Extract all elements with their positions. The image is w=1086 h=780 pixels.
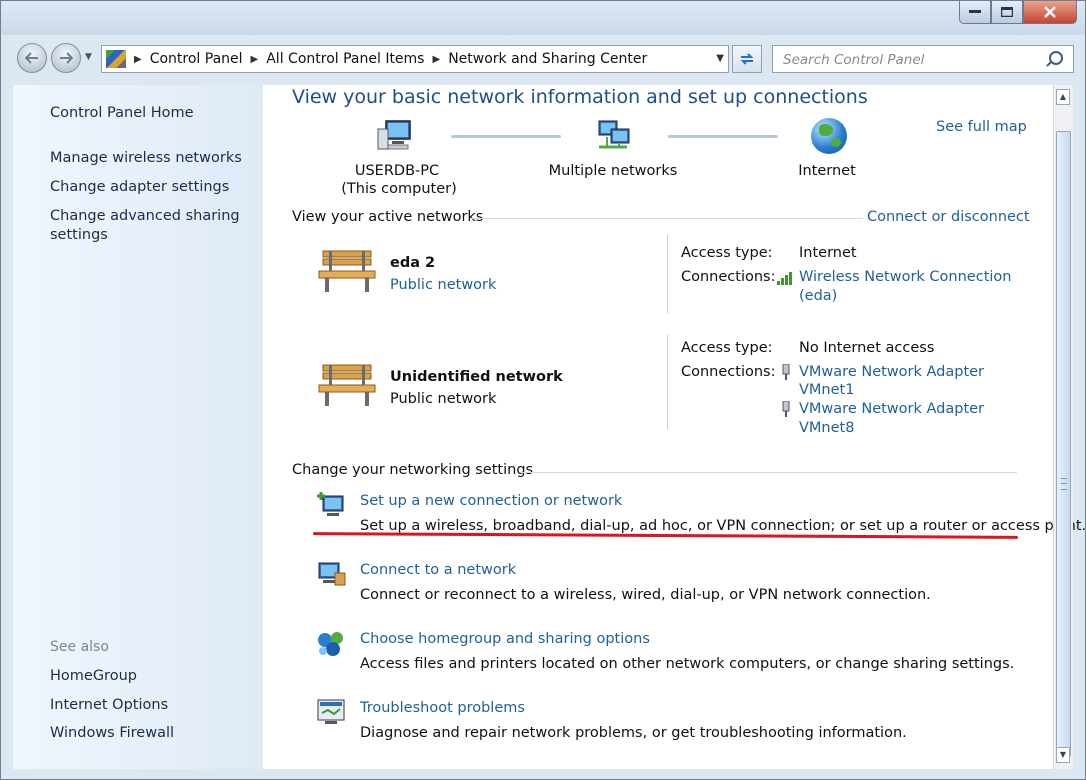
task-troubleshoot-link[interactable]: Troubleshoot problems xyxy=(360,700,525,716)
public-network-bench-icon xyxy=(318,250,376,292)
address-dropdown-icon[interactable]: ▼ xyxy=(716,53,724,64)
sidebar-manage-wireless-networks[interactable]: Manage wireless networks xyxy=(50,149,242,168)
back-arrow-icon xyxy=(25,52,38,64)
breadcrumb-network-sharing-center[interactable]: Network and Sharing Center xyxy=(448,51,647,67)
task-connect-network-link[interactable]: Connect to a network xyxy=(360,562,516,578)
search-input[interactable] xyxy=(781,47,1045,73)
network-adapter-icon xyxy=(782,401,790,417)
breadcrumb-separator-icon[interactable]: ▶ xyxy=(251,54,259,65)
computer-icon[interactable] xyxy=(376,119,412,153)
breadcrumb-separator-icon[interactable]: ▶ xyxy=(432,54,440,65)
connect-to-network-icon xyxy=(318,562,346,586)
internet-globe-icon[interactable] xyxy=(811,118,847,154)
control-panel-icon xyxy=(106,50,126,68)
network-2-connections-label: Connections: xyxy=(681,364,776,380)
task-setup-connection-link[interactable]: Set up a new connection or network xyxy=(360,493,622,509)
minimize-button[interactable] xyxy=(959,1,991,24)
breadcrumb-all-items[interactable]: All Control Panel Items xyxy=(266,51,424,67)
task-troubleshoot-desc: Diagnose and repair network problems, or… xyxy=(360,725,907,741)
section-divider xyxy=(471,218,863,219)
minimize-icon xyxy=(969,10,981,13)
navigation-bar: ▼ ▶ Control Panel ▶ All Control Panel It… xyxy=(1,37,1085,79)
maximize-icon xyxy=(1001,7,1013,17)
connect-or-disconnect-link[interactable]: Connect or disconnect xyxy=(867,209,1030,225)
vmnet1-adapter-link[interactable]: VMware Network Adapter xyxy=(799,364,984,380)
search-box xyxy=(772,45,1074,73)
network-2-access-value: No Internet access xyxy=(799,340,935,356)
forward-arrow-icon xyxy=(60,52,73,64)
computer-name: USERDB-PC xyxy=(354,163,440,179)
network-2-name: Unidentified network xyxy=(390,369,563,385)
vmnet8-adapter-link[interactable]: VMware Network Adapter xyxy=(799,401,984,417)
sidebar: Control Panel Home Manage wireless netwo… xyxy=(13,85,263,769)
public-network-bench-icon xyxy=(318,364,376,406)
task-setup-connection-desc: Set up a wireless, broadband, dial-up, a… xyxy=(360,518,1086,534)
sidebar-homegroup[interactable]: HomeGroup xyxy=(50,667,137,686)
network-1-connections-label: Connections: xyxy=(681,269,776,285)
scroll-down-button[interactable]: ▼ xyxy=(1056,747,1070,763)
sidebar-windows-firewall[interactable]: Windows Firewall xyxy=(50,724,174,743)
maximize-button[interactable] xyxy=(991,1,1023,24)
vertical-scrollbar[interactable]: ▲ ▼ xyxy=(1053,85,1073,769)
network-divider xyxy=(667,335,668,429)
multiple-networks-icon[interactable] xyxy=(595,119,631,153)
sidebar-internet-options[interactable]: Internet Options xyxy=(50,696,168,715)
multiple-networks-label: Multiple networks xyxy=(548,163,678,179)
network-2-type: Public network xyxy=(390,391,497,407)
scrollbar-thumb[interactable] xyxy=(1056,131,1071,757)
active-networks-label: View your active networks xyxy=(292,209,484,225)
see-also-label: See also xyxy=(50,639,109,655)
forward-button[interactable] xyxy=(51,43,81,73)
computer-subtitle: (This computer) xyxy=(341,181,457,197)
homegroup-icon xyxy=(318,632,343,656)
change-settings-label: Change your networking settings xyxy=(292,462,534,478)
refresh-button[interactable] xyxy=(732,45,762,73)
network-adapter-icon xyxy=(782,364,790,380)
wireless-connection-ssid-link[interactable]: (eda) xyxy=(799,288,837,304)
wireless-connection-link[interactable]: Wireless Network Connection xyxy=(799,269,1011,285)
network-1-access-label: Access type: xyxy=(681,245,773,261)
sidebar-change-advanced-sharing-line2[interactable]: settings xyxy=(50,226,108,245)
troubleshoot-icon xyxy=(317,699,345,724)
wireless-signal-icon xyxy=(777,272,792,285)
network-2-access-label: Access type: xyxy=(681,340,773,356)
task-connect-network-desc: Connect or reconnect to a wireless, wire… xyxy=(360,587,931,603)
network-1-type-link[interactable]: Public network xyxy=(390,277,496,293)
sidebar-control-panel-home[interactable]: Control Panel Home xyxy=(50,104,194,123)
close-button[interactable] xyxy=(1023,1,1077,24)
network-divider xyxy=(667,235,668,313)
scroll-up-button[interactable]: ▲ xyxy=(1056,89,1070,105)
see-full-map-link[interactable]: See full map xyxy=(936,119,1027,135)
vmnet1-name-link[interactable]: VMnet1 xyxy=(799,382,854,398)
main-content: View your basic network information and … xyxy=(263,85,1086,769)
control-panel-window: ▼ ▶ Control Panel ▶ All Control Panel It… xyxy=(0,0,1086,780)
network-1-access-value: Internet xyxy=(799,245,857,261)
section-divider xyxy=(521,472,1017,473)
close-icon xyxy=(1044,6,1056,18)
caption-buttons xyxy=(959,1,1077,24)
internet-label: Internet xyxy=(798,163,856,179)
refresh-icon xyxy=(740,53,754,65)
scrollbar-grip-icon xyxy=(1061,478,1067,490)
map-connector xyxy=(451,135,561,138)
network-1-name: eda 2 xyxy=(390,255,436,271)
map-connector xyxy=(668,135,778,138)
task-homegroup-link[interactable]: Choose homegroup and sharing options xyxy=(360,631,650,647)
sidebar-change-adapter-settings[interactable]: Change adapter settings xyxy=(50,178,229,197)
search-icon[interactable] xyxy=(1049,51,1063,65)
sidebar-change-advanced-sharing[interactable]: Change advanced sharing xyxy=(50,207,240,226)
back-button[interactable] xyxy=(17,43,47,73)
task-homegroup-desc: Access files and printers located on oth… xyxy=(360,656,1015,672)
vmnet8-name-link[interactable]: VMnet8 xyxy=(799,420,854,436)
breadcrumb-control-panel[interactable]: Control Panel xyxy=(150,51,243,67)
new-connection-icon xyxy=(317,492,344,516)
recent-pages-dropdown-icon[interactable]: ▼ xyxy=(85,52,92,62)
breadcrumb-separator-icon[interactable]: ▶ xyxy=(134,54,142,65)
address-bar[interactable]: ▶ Control Panel ▶ All Control Panel Item… xyxy=(101,45,729,73)
page-title: View your basic network information and … xyxy=(292,86,868,108)
title-bar xyxy=(1,1,1085,35)
